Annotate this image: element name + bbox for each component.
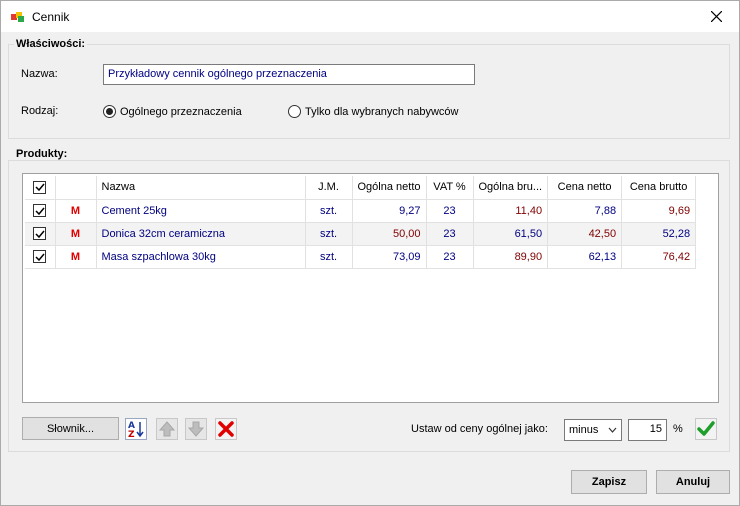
move-down-button[interactable] bbox=[184, 417, 208, 441]
row-gross[interactable]: 61,50 bbox=[473, 222, 549, 246]
sort-az-button[interactable]: A Z bbox=[124, 417, 148, 441]
name-label: Nazwa: bbox=[21, 68, 58, 80]
products-legend: Produkty: bbox=[14, 148, 70, 160]
delete-button[interactable] bbox=[214, 417, 238, 441]
mode-select-value: minus bbox=[569, 424, 599, 436]
row-price-gross[interactable]: 76,42 bbox=[621, 245, 697, 269]
table-row[interactable]: M Donica 32cm ceramiczna szt. 50,00 23 6… bbox=[25, 222, 697, 246]
row-net[interactable]: 73,09 bbox=[352, 245, 427, 269]
column-header-unit[interactable]: J.M. bbox=[305, 176, 353, 200]
select-all-cell[interactable] bbox=[25, 176, 56, 200]
save-button[interactable]: Zapisz bbox=[571, 470, 647, 494]
row-mark: M bbox=[55, 222, 97, 246]
row-price-net[interactable]: 62,13 bbox=[547, 245, 623, 269]
row-gross[interactable]: 11,40 bbox=[473, 199, 549, 223]
percent-sign: % bbox=[673, 423, 683, 435]
row-price-net[interactable]: 7,88 bbox=[547, 199, 623, 223]
row-unit[interactable]: szt. bbox=[305, 245, 353, 269]
radio-selected-buyers-label: Tylko dla wybranych nabywców bbox=[305, 105, 459, 118]
row-unit[interactable]: szt. bbox=[305, 199, 353, 223]
close-button[interactable] bbox=[693, 1, 739, 32]
row-checkbox[interactable] bbox=[33, 227, 47, 240]
dialog-window: Cennik Właściwości: Nazwa: Przykładowy c… bbox=[0, 0, 740, 506]
mark-column-header bbox=[55, 176, 97, 200]
mode-select[interactable]: minus bbox=[564, 419, 622, 441]
delete-icon bbox=[215, 418, 237, 440]
type-label: Rodzaj: bbox=[21, 105, 59, 117]
column-header-vat[interactable]: VAT % bbox=[426, 176, 474, 200]
name-field[interactable]: Przykładowy cennik ogólnego przeznaczeni… bbox=[103, 64, 475, 85]
row-checkbox-cell[interactable] bbox=[25, 199, 56, 223]
row-price-gross[interactable]: 9,69 bbox=[621, 199, 697, 223]
radio-general[interactable]: Ogólnego przeznaczenia bbox=[103, 105, 242, 118]
row-mark: M bbox=[55, 199, 97, 223]
row-name[interactable]: Donica 32cm ceramiczna bbox=[96, 222, 306, 246]
arrow-up-icon bbox=[156, 418, 178, 440]
column-header-name[interactable]: Nazwa bbox=[96, 176, 306, 200]
percent-input[interactable]: 15 bbox=[628, 419, 667, 441]
cancel-button[interactable]: Anuluj bbox=[656, 470, 730, 494]
properties-group bbox=[8, 44, 730, 139]
app-cubes-icon bbox=[10, 10, 26, 24]
row-checkbox[interactable] bbox=[33, 250, 47, 263]
row-checkbox-cell[interactable] bbox=[25, 245, 56, 269]
products-table: Nazwa J.M. Ogólna netto VAT % Ogólna bru… bbox=[25, 176, 697, 269]
row-checkbox-cell[interactable] bbox=[25, 222, 56, 246]
dictionary-button[interactable]: Słownik... bbox=[22, 417, 119, 440]
close-icon bbox=[710, 11, 722, 22]
properties-legend: Właściwości: bbox=[14, 38, 88, 50]
products-grid[interactable]: Nazwa J.M. Ogólna netto VAT % Ogólna bru… bbox=[22, 173, 719, 403]
apply-check-icon bbox=[695, 418, 717, 440]
arrow-down-icon bbox=[185, 418, 207, 440]
row-vat[interactable]: 23 bbox=[426, 245, 474, 269]
row-vat[interactable]: 23 bbox=[426, 199, 474, 223]
row-price-net[interactable]: 42,50 bbox=[547, 222, 623, 246]
column-header-price-gross[interactable]: Cena brutto bbox=[621, 176, 697, 200]
radio-selected-buyers[interactable]: Tylko dla wybranych nabywców bbox=[288, 105, 458, 118]
table-header-row: Nazwa J.M. Ogólna netto VAT % Ogólna bru… bbox=[25, 176, 697, 200]
row-unit[interactable]: szt. bbox=[305, 222, 353, 246]
move-up-button[interactable] bbox=[155, 417, 179, 441]
table-row[interactable]: M Cement 25kg szt. 9,27 23 11,40 7,88 9,… bbox=[25, 199, 697, 223]
column-header-gross[interactable]: Ogólna bru... bbox=[473, 176, 549, 200]
set-from-label: Ustaw od ceny ogólnej jako: bbox=[411, 423, 548, 435]
row-vat[interactable]: 23 bbox=[426, 222, 474, 246]
apply-button[interactable] bbox=[694, 417, 718, 441]
radio-general-label: Ogólnego przeznaczenia bbox=[120, 105, 242, 118]
column-header-price-net[interactable]: Cena netto bbox=[547, 176, 623, 200]
row-name[interactable]: Masa szpachlowa 30kg bbox=[96, 245, 306, 269]
row-net[interactable]: 50,00 bbox=[352, 222, 427, 246]
row-net[interactable]: 9,27 bbox=[352, 199, 427, 223]
table-row[interactable]: M Masa szpachlowa 30kg szt. 73,09 23 89,… bbox=[25, 245, 697, 269]
sort-az-icon: A Z bbox=[125, 418, 147, 440]
chevron-down-icon bbox=[608, 427, 617, 433]
row-price-gross[interactable]: 52,28 bbox=[621, 222, 697, 246]
row-gross[interactable]: 89,90 bbox=[473, 245, 549, 269]
window-title: Cennik bbox=[32, 10, 70, 24]
row-mark: M bbox=[55, 245, 97, 269]
radio-selected-buyers-indicator bbox=[288, 105, 301, 118]
column-header-net[interactable]: Ogólna netto bbox=[352, 176, 427, 200]
svg-text:Z: Z bbox=[128, 430, 135, 440]
select-all-checkbox[interactable] bbox=[33, 180, 47, 194]
title-bar: Cennik bbox=[1, 1, 739, 32]
row-name[interactable]: Cement 25kg bbox=[96, 199, 306, 223]
radio-general-indicator bbox=[103, 105, 116, 118]
row-checkbox[interactable] bbox=[33, 204, 47, 217]
